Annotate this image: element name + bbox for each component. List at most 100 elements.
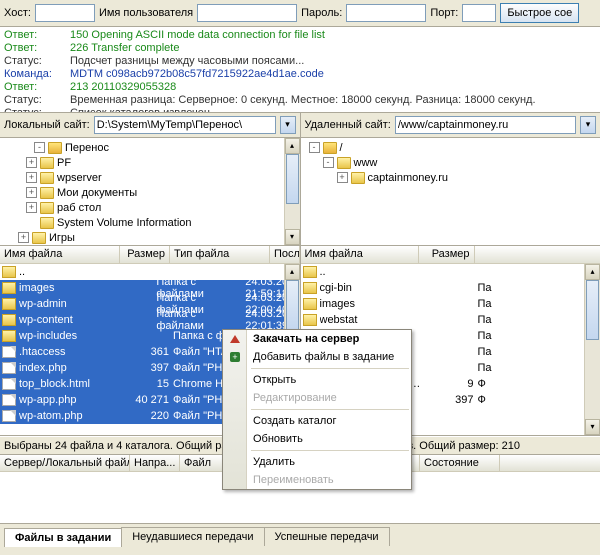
col-name[interactable]: Имя файла xyxy=(301,246,419,263)
folder-icon xyxy=(32,232,46,244)
path-row: Локальный сайт: ▾ Удаленный сайт: ▾ xyxy=(0,113,600,138)
local-site-label: Локальный сайт: xyxy=(4,119,90,131)
local-path-input[interactable] xyxy=(94,116,276,134)
message-log[interactable]: Ответ:150 Opening ASCII mode data connec… xyxy=(0,27,600,113)
quickconnect-bar: Хост: Имя пользователя Пароль: Порт: Быс… xyxy=(0,0,600,27)
expand-icon[interactable]: + xyxy=(337,172,348,183)
col-size[interactable]: Размер xyxy=(419,246,475,263)
expand-icon[interactable]: + xyxy=(26,187,37,198)
menu-separator xyxy=(251,368,409,369)
tab-failed-transfers[interactable]: Неудавшиеся передачи xyxy=(121,527,264,546)
tree-item[interactable]: System Volume Information xyxy=(0,215,300,230)
expand-icon[interactable]: + xyxy=(26,157,37,168)
file-type: Па xyxy=(478,330,492,342)
local-path-dropdown-icon[interactable]: ▾ xyxy=(280,116,296,134)
menu-item[interactable]: Открыть xyxy=(223,371,411,389)
file-icon xyxy=(2,394,16,406)
folder-icon xyxy=(303,298,317,310)
tree-item[interactable]: +wpserver xyxy=(0,170,300,185)
file-row[interactable]: webstatПа xyxy=(301,312,600,328)
menu-item-label: Открыть xyxy=(253,374,296,386)
menu-item-label: Обновить xyxy=(253,433,303,445)
tree-item[interactable]: +Мои документы xyxy=(0,185,300,200)
remote-list-header[interactable]: Имя файла Размер xyxy=(301,246,600,264)
queue-col[interactable]: Напра... xyxy=(130,455,180,471)
file-row[interactable]: cgi-binПа xyxy=(301,280,600,296)
tab-successful-transfers[interactable]: Успешные передачи xyxy=(264,527,390,546)
tree-item[interactable]: -/ xyxy=(301,140,600,155)
queue-col[interactable]: Сервер/Локальный файл xyxy=(0,455,130,471)
folder-icon xyxy=(40,217,54,229)
file-name: images xyxy=(19,282,111,294)
context-menu: Закачать на сервер +Добавить файлы в зада… xyxy=(222,329,412,490)
file-name: .. xyxy=(19,266,123,278)
file-type: Па xyxy=(478,298,492,310)
file-size: 361 xyxy=(123,346,173,358)
local-tree[interactable]: ▴▾ -Перенос+PF+wpserver+Мои документы+ра… xyxy=(0,138,300,245)
file-size: 9 xyxy=(422,378,478,390)
file-name: wp-includes xyxy=(19,330,123,342)
menu-item[interactable]: Удалить xyxy=(223,453,411,471)
tree-item[interactable]: -Перенос xyxy=(0,140,300,155)
menu-item[interactable]: Обновить xyxy=(223,430,411,448)
queue-col[interactable]: Состояние xyxy=(420,455,500,471)
expand-icon[interactable]: + xyxy=(26,202,37,213)
file-name: wp-app.php xyxy=(19,394,123,406)
file-name: images xyxy=(320,298,422,310)
menu-item: Переименовать xyxy=(223,471,411,489)
folder-icon xyxy=(40,157,54,169)
tree-item-label: раб стол xyxy=(57,202,101,214)
tab-queued-files[interactable]: Файлы в задании xyxy=(4,528,122,547)
local-list-header[interactable]: Имя файла Размер Тип файла Последнее изм… xyxy=(0,246,300,264)
file-size: 220 xyxy=(123,410,173,422)
file-size: 397 xyxy=(123,362,173,374)
file-icon xyxy=(2,346,16,358)
scrollbar[interactable]: ▴▾ xyxy=(584,264,600,435)
scrollbar[interactable]: ▴▾ xyxy=(284,138,300,245)
remote-path-dropdown-icon[interactable]: ▾ xyxy=(580,116,596,134)
pass-input[interactable] xyxy=(346,4,426,22)
folder-icon xyxy=(2,282,16,294)
menu-item-label: Удалить xyxy=(253,456,295,468)
file-size: 40 271 xyxy=(123,394,173,406)
menu-item[interactable]: Закачать на сервер xyxy=(223,330,411,348)
menu-item[interactable]: +Добавить файлы в задание xyxy=(223,348,411,366)
file-name: wp-content xyxy=(19,314,111,326)
menu-item[interactable]: Создать каталог xyxy=(223,412,411,430)
folder-icon xyxy=(40,187,54,199)
user-input[interactable] xyxy=(197,4,297,22)
tree-item[interactable]: + раб стол xyxy=(0,200,300,215)
file-icon xyxy=(2,410,16,422)
port-input[interactable] xyxy=(462,4,496,22)
remote-path-input[interactable] xyxy=(395,116,576,134)
add-icon: + xyxy=(227,350,243,364)
tree-item[interactable]: +captainmoney.ru xyxy=(301,170,600,185)
col-type[interactable]: Тип файла xyxy=(170,246,270,263)
folder-icon xyxy=(303,282,317,294)
col-name[interactable]: Имя файла xyxy=(0,246,120,263)
expand-icon[interactable]: + xyxy=(26,172,37,183)
tree-item-label: / xyxy=(340,142,343,154)
expand-icon[interactable]: - xyxy=(34,142,45,153)
expand-icon[interactable]: + xyxy=(18,232,29,243)
col-size[interactable]: Размер xyxy=(120,246,170,263)
tree-item[interactable]: -www xyxy=(301,155,600,170)
remote-site-label: Удаленный сайт: xyxy=(305,119,391,131)
bottom-tabs: Файлы в задании Неудавшиеся передачи Усп… xyxy=(0,524,600,546)
col-modified[interactable]: Последнее измене... xyxy=(270,246,300,263)
tree-item[interactable]: +PF xyxy=(0,155,300,170)
file-row[interactable]: images Па xyxy=(301,296,600,312)
menu-item-label: Создать каталог xyxy=(253,415,337,427)
tree-item[interactable]: +Игры xyxy=(0,230,300,245)
host-input[interactable] xyxy=(35,4,95,22)
expand-icon[interactable]: - xyxy=(323,157,334,168)
menu-item-label: Закачать на сервер xyxy=(253,333,359,345)
file-type: Ф xyxy=(478,394,486,406)
file-row[interactable]: wp-contentПапка с файлами24.03.2011 22:0… xyxy=(0,312,300,328)
remote-tree[interactable]: -/-www+captainmoney.ru xyxy=(300,138,600,245)
quickconnect-button[interactable]: Быстрое сое xyxy=(500,3,579,23)
file-icon xyxy=(2,378,16,390)
file-row[interactable]: .. xyxy=(301,264,600,280)
parent-dir-icon xyxy=(2,266,16,278)
expand-icon[interactable]: - xyxy=(309,142,320,153)
